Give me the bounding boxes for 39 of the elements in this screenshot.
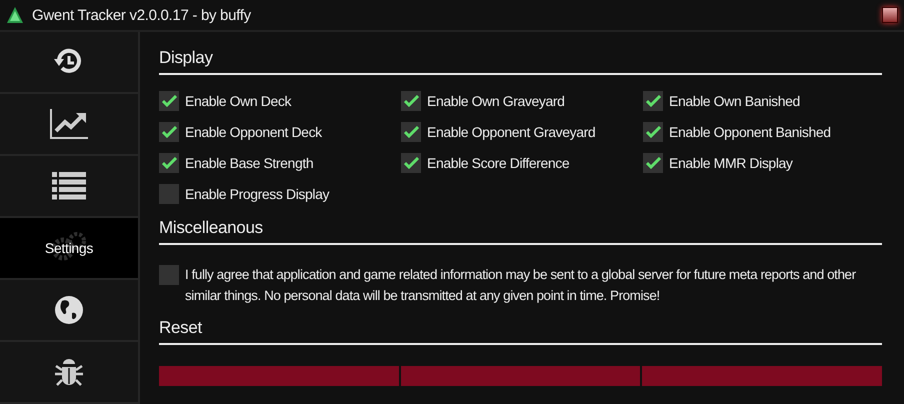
trend-chart-icon	[50, 109, 88, 139]
logo-icon	[6, 6, 24, 24]
bug-icon	[54, 357, 84, 387]
window-title: Gwent Tracker v2.0.0.17 - by buffy	[32, 6, 252, 24]
checkbox[interactable]	[401, 122, 421, 142]
option-label: Enable Own Banished	[669, 93, 800, 109]
list-icon	[52, 172, 86, 200]
option-label: Enable Own Graveyard	[427, 93, 565, 109]
section-heading: Miscelleanous	[159, 218, 882, 245]
checkbox[interactable]	[401, 91, 421, 111]
sidebar-item[interactable]	[0, 156, 138, 216]
option-label: Enable Base Strength	[185, 155, 314, 171]
checkbox[interactable]	[159, 265, 179, 285]
checkbox[interactable]	[159, 184, 179, 204]
sidebar-item[interactable]	[0, 280, 138, 340]
sidebar-item[interactable]	[0, 94, 138, 154]
checkbox[interactable]	[159, 91, 179, 111]
checkbox[interactable]	[643, 91, 663, 111]
option-label: Enable Score Difference	[427, 155, 570, 171]
agreement-text: I fully agree that application and game related information may be sent to a global server for future meta reports and other similar things. No personal data will be transmitted at any given point in time. Promise!	[185, 266, 857, 305]
option-label: Enable Own Deck	[185, 93, 292, 109]
checkbox[interactable]	[643, 153, 663, 173]
sidebar-item[interactable]	[0, 342, 138, 402]
checkbox[interactable]	[643, 122, 663, 142]
sidebar-item[interactable]: Settings	[0, 218, 138, 278]
history-icon	[54, 48, 84, 76]
checkbox[interactable]	[401, 153, 421, 173]
option-label: Enable MMR Display	[669, 155, 793, 171]
option-label: Enable Opponent Deck	[185, 124, 322, 140]
close-button[interactable]	[882, 7, 898, 23]
option-label: Enable Opponent Graveyard	[427, 124, 596, 140]
option-label: Enable Progress Display	[185, 186, 330, 202]
option-label: Enable Opponent Banished	[669, 124, 831, 140]
section-heading: Reset	[159, 318, 882, 345]
globe-icon	[55, 296, 83, 324]
checkbox[interactable]	[159, 122, 179, 142]
sidebar-item[interactable]	[0, 32, 138, 92]
section-heading: Display	[159, 48, 882, 75]
checkbox[interactable]	[159, 153, 179, 173]
